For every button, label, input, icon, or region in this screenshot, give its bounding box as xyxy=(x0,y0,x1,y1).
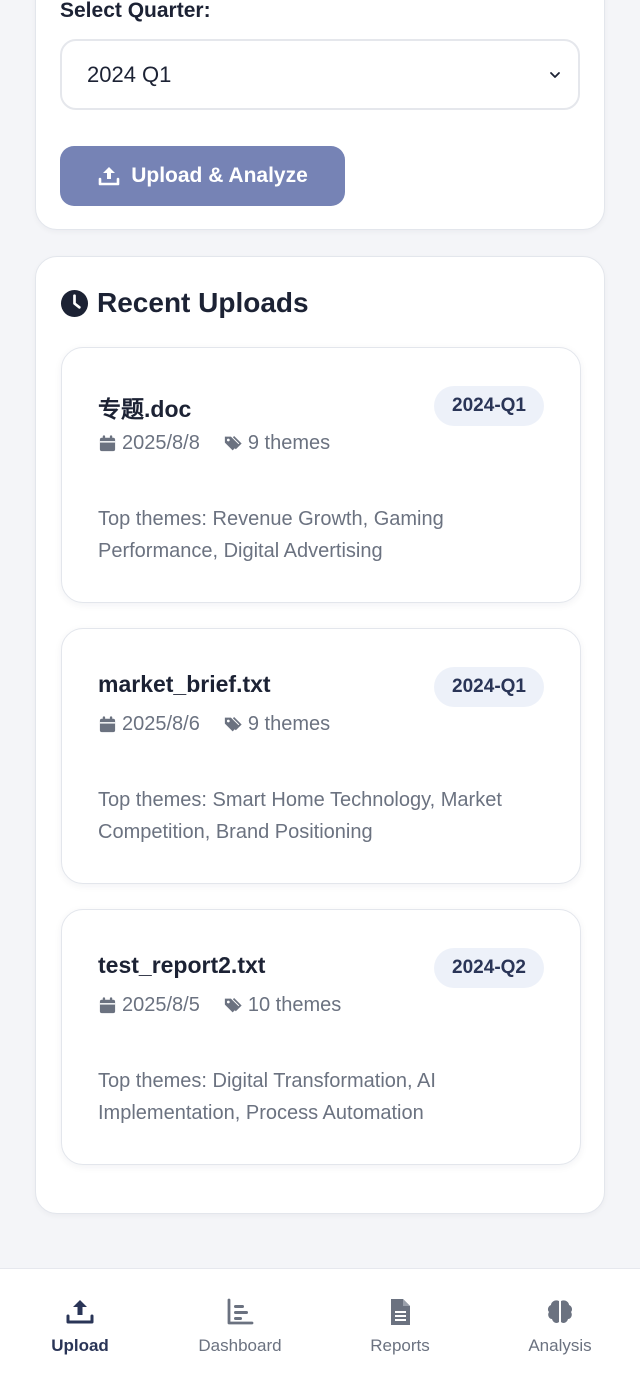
calendar-icon xyxy=(99,997,116,1014)
file-name: 专题.doc xyxy=(98,396,192,422)
date-group: 2025/8/6 xyxy=(98,713,200,736)
themes-count-group: 9 themes xyxy=(224,432,330,455)
tags-icon xyxy=(224,716,242,732)
nav-item-analysis[interactable]: Analysis xyxy=(480,1269,640,1387)
item-meta: 2025/8/6 9 themes xyxy=(98,713,330,736)
brain-icon xyxy=(547,1300,573,1323)
nav-label-dashboard: Dashboard xyxy=(198,1336,282,1355)
top-themes: Top themes: Revenue Growth, Gaming Perfo… xyxy=(98,508,444,562)
bottom-nav: Upload Dashboard Reports Analysis xyxy=(0,1268,640,1387)
upload-list-item[interactable]: test_report2.txt 2024-Q2 2025/8/5 10 the… xyxy=(61,909,581,1165)
item-meta: 2025/8/8 9 themes xyxy=(98,432,330,455)
chart-icon xyxy=(227,1298,254,1325)
document-icon xyxy=(391,1299,410,1325)
upload-form-card: Select Quarter: 2024 Q1 Upload & Analyze xyxy=(35,0,605,230)
nav-item-reports[interactable]: Reports xyxy=(320,1269,480,1387)
themes-count-group: 9 themes xyxy=(224,713,330,736)
quarter-badge: 2024-Q2 xyxy=(434,948,544,988)
nav-item-dashboard[interactable]: Dashboard xyxy=(160,1269,320,1387)
calendar-icon xyxy=(99,435,116,452)
upload-date: 2025/8/6 xyxy=(122,713,200,735)
top-themes: Top themes: Smart Home Technology, Marke… xyxy=(98,789,502,843)
quarter-label: Select Quarter: xyxy=(60,0,211,22)
file-name: market_brief.txt xyxy=(98,671,271,697)
date-group: 2025/8/5 xyxy=(98,994,200,1017)
calendar-icon xyxy=(99,716,116,733)
upload-date: 2025/8/5 xyxy=(122,994,200,1016)
recent-uploads-heading: Recent Uploads xyxy=(60,287,309,319)
themes-count: 10 themes xyxy=(247,994,342,1016)
quarter-select[interactable]: 2024 Q1 xyxy=(60,39,580,110)
chevron-down-icon xyxy=(550,71,560,78)
nav-label-upload: Upload xyxy=(51,1336,109,1355)
quarter-select-value: 2024 Q1 xyxy=(87,61,172,87)
top-themes: Top themes: Digital Transformation, AI I… xyxy=(98,1070,436,1124)
upload-analyze-button[interactable]: Upload & Analyze xyxy=(60,146,345,206)
nav-label-analysis: Analysis xyxy=(528,1336,592,1355)
nav-item-upload[interactable]: Upload xyxy=(0,1269,160,1387)
upload-date: 2025/8/8 xyxy=(122,432,200,454)
tags-icon xyxy=(224,997,242,1013)
quarter-badge: 2024-Q1 xyxy=(434,386,544,426)
file-name: test_report2.txt xyxy=(98,952,266,978)
upload-icon xyxy=(66,1300,94,1324)
date-group: 2025/8/8 xyxy=(98,432,200,455)
upload-analyze-label: Upload & Analyze xyxy=(131,164,308,187)
tags-icon xyxy=(224,435,242,451)
upload-icon xyxy=(98,167,120,186)
item-meta: 2025/8/5 10 themes xyxy=(98,994,341,1017)
upload-list-item[interactable]: 专题.doc 2024-Q1 2025/8/8 9 themes Top the… xyxy=(61,347,581,603)
recent-uploads-title: Recent Uploads xyxy=(97,287,309,318)
upload-list-item[interactable]: market_brief.txt 2024-Q1 2025/8/6 9 them… xyxy=(61,628,581,884)
recent-uploads-card: Recent Uploads 专题.doc 2024-Q1 2025/8/8 9… xyxy=(35,256,605,1214)
clock-icon xyxy=(60,289,89,317)
themes-count: 9 themes xyxy=(247,432,331,454)
themes-count-group: 10 themes xyxy=(224,994,341,1017)
page: Select Quarter: 2024 Q1 Upload & Analyze… xyxy=(0,0,640,1387)
themes-count: 9 themes xyxy=(247,713,331,735)
nav-label-reports: Reports xyxy=(370,1336,430,1355)
quarter-badge: 2024-Q1 xyxy=(434,667,544,707)
